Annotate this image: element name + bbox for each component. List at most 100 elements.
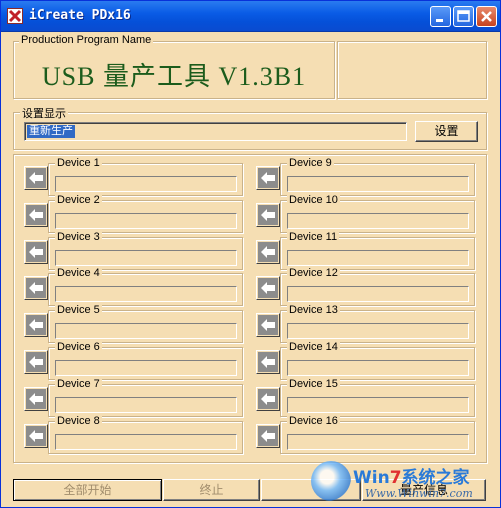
window-title: iCreate PDx16 <box>29 8 131 23</box>
device-label: Device 4 <box>55 267 102 279</box>
eject-button[interactable] <box>256 166 280 190</box>
device-slot: Device 10 <box>280 194 475 233</box>
device-label: Device 7 <box>55 378 102 390</box>
device-label: Device 8 <box>55 415 102 427</box>
eject-button[interactable] <box>256 240 280 264</box>
left-arrow-icon <box>258 352 278 372</box>
device-slot: Device 11 <box>280 231 475 270</box>
device-status-field <box>55 213 237 229</box>
left-arrow-icon <box>258 278 278 298</box>
eject-button[interactable] <box>24 424 48 448</box>
device-label: Device 15 <box>287 378 340 390</box>
stop-button[interactable]: 终止 <box>163 479 260 501</box>
left-arrow-icon <box>26 205 46 225</box>
device-status-field <box>287 434 469 450</box>
eject-button[interactable] <box>256 203 280 227</box>
device-slot: Device 2 <box>48 194 243 233</box>
device-slot: Device 14 <box>280 341 475 380</box>
device-slot: Device 5 <box>48 304 243 343</box>
left-arrow-icon <box>26 168 46 188</box>
device-slot: Device 7 <box>48 378 243 417</box>
start-all-button[interactable]: 全部开始 <box>13 479 162 501</box>
device-status-field <box>55 176 237 192</box>
left-arrow-icon <box>258 242 278 262</box>
device-status-field <box>287 360 469 376</box>
device-slot: Device 12 <box>280 267 475 306</box>
device-slot: Device 15 <box>280 378 475 417</box>
device-label: Device 11 <box>287 231 340 243</box>
app-window: iCreate PDx16 Production Program Name US… <box>0 0 501 508</box>
left-arrow-icon <box>26 315 46 335</box>
watermark-url: Www.Winwin7.com <box>365 487 473 500</box>
eject-button[interactable] <box>24 203 48 227</box>
device-slot: Device 13 <box>280 304 475 343</box>
device-slot: Device 8 <box>48 415 243 454</box>
device-label: Device 2 <box>55 194 102 206</box>
device-status-field <box>55 323 237 339</box>
device-slot: Device 6 <box>48 341 243 380</box>
left-arrow-icon <box>26 426 46 446</box>
eject-button[interactable] <box>256 313 280 337</box>
device-slot: Device 16 <box>280 415 475 454</box>
watermark: Win7系统之家 Www.Winwin7.com <box>307 459 497 507</box>
device-status-field <box>287 176 469 192</box>
app-x-icon[interactable] <box>7 8 23 24</box>
device-label: Device 13 <box>287 304 340 316</box>
windows-logo-icon <box>311 461 351 501</box>
eject-button[interactable] <box>24 350 48 374</box>
left-arrow-icon <box>26 278 46 298</box>
eject-button[interactable] <box>24 276 48 300</box>
eject-button[interactable] <box>256 387 280 411</box>
left-arrow-icon <box>258 389 278 409</box>
device-slot: Device 4 <box>48 267 243 306</box>
left-arrow-icon <box>258 205 278 225</box>
device-slot: Device 1 <box>48 157 243 196</box>
device-status-field <box>55 397 237 413</box>
device-label: Device 12 <box>287 267 340 279</box>
program-side-panel <box>337 41 487 99</box>
eject-button[interactable] <box>24 387 48 411</box>
device-label: Device 10 <box>287 194 340 206</box>
device-status-field <box>55 250 237 266</box>
left-arrow-icon <box>258 426 278 446</box>
device-label: Device 16 <box>287 415 340 427</box>
status-display-field[interactable]: 重新生产 <box>24 122 407 141</box>
device-label: Device 1 <box>55 157 102 169</box>
settings-display-label: 设置显示 <box>20 105 68 121</box>
device-label: Device 5 <box>55 304 102 316</box>
device-slot: Device 3 <box>48 231 243 270</box>
program-name-group: Production Program Name USB 量产工具 V1.3B1 <box>13 34 335 99</box>
watermark-brand: Win7系统之家 <box>353 468 470 488</box>
device-status-field <box>287 250 469 266</box>
eject-button[interactable] <box>256 424 280 448</box>
device-status-field <box>55 434 237 450</box>
program-name-label: Production Program Name <box>19 34 154 46</box>
device-label: Device 3 <box>55 231 102 243</box>
device-status-field <box>287 397 469 413</box>
left-arrow-icon <box>258 168 278 188</box>
device-status-field <box>55 360 237 376</box>
status-display-value: 重新生产 <box>27 125 75 138</box>
left-arrow-icon <box>26 242 46 262</box>
close-icon[interactable] <box>476 6 497 27</box>
device-label: Device 9 <box>287 157 334 169</box>
device-slot: Device 9 <box>280 157 475 196</box>
title-bar[interactable]: iCreate PDx16 <box>1 1 500 32</box>
maximize-icon[interactable] <box>453 6 474 27</box>
device-label: Device 14 <box>287 341 340 353</box>
left-arrow-icon <box>26 389 46 409</box>
eject-button[interactable] <box>256 350 280 374</box>
eject-button[interactable] <box>24 313 48 337</box>
eject-button[interactable] <box>24 240 48 264</box>
device-status-field <box>55 286 237 302</box>
program-name-value: USB 量产工具 V1.3B1 <box>41 62 307 91</box>
eject-button[interactable] <box>256 276 280 300</box>
left-arrow-icon <box>258 315 278 335</box>
left-arrow-icon <box>26 352 46 372</box>
settings-button[interactable]: 设置 <box>415 121 478 142</box>
device-status-field <box>287 213 469 229</box>
device-status-field <box>287 323 469 339</box>
device-status-field <box>287 286 469 302</box>
minimize-icon[interactable] <box>430 6 451 27</box>
eject-button[interactable] <box>24 166 48 190</box>
